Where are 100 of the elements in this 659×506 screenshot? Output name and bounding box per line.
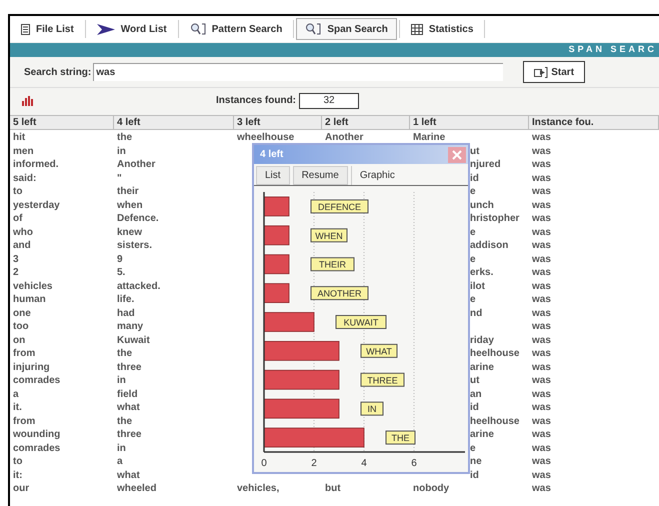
table-cell: from [13,348,36,359]
table-cell: was [532,402,551,413]
table-cell: many [117,321,144,332]
table-cell: njured [470,159,501,170]
table-cell: e [470,442,476,454]
table-cell: their [117,186,139,197]
table-cell: and [13,240,31,251]
toolbar-tab[interactable]: Span Search [296,18,397,40]
table-cell: human [13,294,46,305]
bar-label: THEIR [310,257,354,272]
bar-label: WHEN [310,228,348,242]
bar-label: ANOTHER [310,286,368,300]
table-cell: nd [470,308,482,318]
tab[interactable]: List [256,166,290,185]
table-cell: men [13,146,34,156]
table-cell: arine [470,362,494,372]
table-cell: unch [470,200,494,210]
table-cell: heelhouse [470,348,520,359]
table-cell: the [117,416,132,426]
toolbar-tab[interactable]: Word List [88,18,176,40]
play-icon [534,66,548,78]
table-cell: heelhouse [470,416,520,426]
table-cell: wheelhouse [237,132,294,143]
table-cell: to [13,186,22,197]
table-cell: vehicles [13,280,52,292]
y-tick-label: IN [368,404,376,414]
table-cell: 9 [117,254,123,264]
table-cell: was [532,280,551,292]
table-cell: said: [13,172,36,184]
arrow-icon [96,24,115,34]
table-cell: of [13,213,22,224]
y-tick-label: ANOTHER [317,288,362,299]
table-cell: Another [117,159,156,170]
table-cell: Marine [413,132,446,143]
table-cell: was [532,294,551,305]
table-cell: knew [117,226,142,238]
table-cell: attacked. [117,280,160,292]
table-cell: was [532,348,551,359]
table-cell: was [532,483,551,494]
y-tick-label: KUWAIT [344,318,379,328]
table-cell: comrades [13,442,60,454]
table-cell: informed. [13,159,59,170]
table-cell: addison [470,240,508,251]
start-button[interactable]: Start [523,61,586,83]
table-cell: the [117,348,132,359]
chart-bar [264,225,290,246]
table-cell: " [117,172,122,184]
table-cell: was [532,254,551,264]
table-cell: ne [470,456,482,467]
column-header[interactable]: 5 left [10,116,114,129]
table-cell: it: [13,470,22,480]
magnifier-icon [305,23,322,35]
table-icon [410,24,423,34]
toolbar-tab[interactable]: File List [12,18,83,40]
chart-bar [264,254,290,274]
table-cell: was [532,146,551,156]
table-cell: e [470,226,476,238]
bar-label: WHAT [360,344,398,358]
table-cell: vehicles, [237,483,280,494]
table-cell: sisters. [117,240,152,251]
table-cell: nobody [413,483,450,494]
column-header[interactable]: 2 left [322,116,410,129]
table-cell: e [470,186,476,197]
table-cell: who [13,226,33,238]
table-cell: in [117,146,126,156]
table-cell: e [470,254,476,264]
search-field[interactable]: was [93,63,504,81]
axis-tick-label: 6 [411,458,417,469]
toolbar-tab[interactable]: Pattern Search [180,18,292,40]
bar-chart-icon[interactable] [22,96,34,106]
table-cell: had [117,308,135,318]
column-header[interactable]: Instance fou. [529,116,659,129]
table-cell: what [117,470,140,480]
table-cell: comrades [13,375,60,386]
tab[interactable]: Resume [292,166,348,185]
column-header[interactable]: 1 left [410,116,529,129]
table-cell: hit [13,132,26,143]
table-cell: arine [470,429,494,440]
close-icon [452,150,462,160]
column-header[interactable]: 4 left [114,116,234,129]
table-cell: riday [470,334,494,346]
table-cell: one [13,308,31,318]
table-cell: was [532,321,551,332]
y-tick-label: DEFENCE [318,202,362,212]
table-cell: an [470,388,482,400]
toolbar-tab[interactable]: Statistics [402,18,482,40]
column-header[interactable]: 3 left [234,116,322,129]
table-cell: was [532,456,551,467]
table-cell: Kuwait [117,334,150,346]
table-cell: was [532,388,551,400]
table-cell: 5. [117,267,126,278]
table-cell: was [532,308,551,318]
table-cell: Another [325,132,364,143]
table-cell: when [117,200,143,210]
table-cell: three [117,429,142,440]
field-label: Instances found: [216,94,296,108]
table-cell: wounding [13,429,60,440]
table-cell: 2 [13,267,19,278]
axis-tick-label: 2 [311,458,317,469]
table-cell: a [117,456,123,467]
